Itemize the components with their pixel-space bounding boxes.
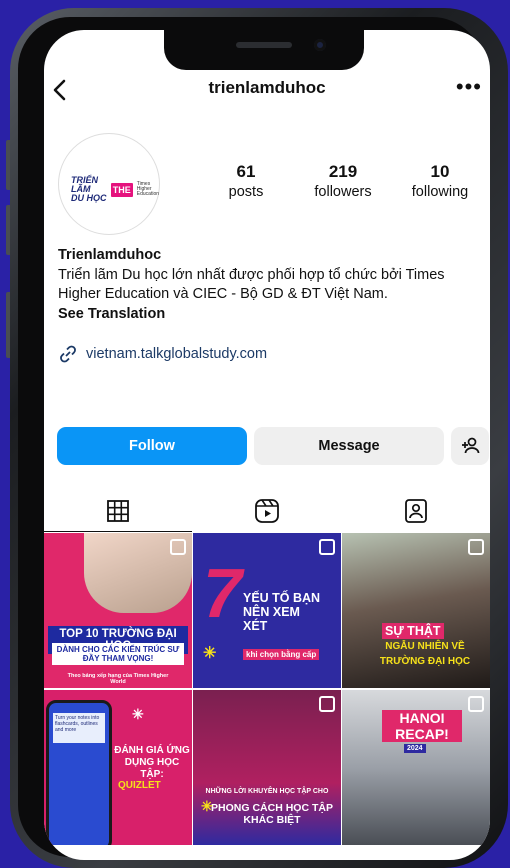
stat-label: posts	[228, 184, 264, 200]
grid-icon	[107, 500, 129, 522]
post-thumbnail[interactable]: SỰ THẬT NGẪU NHIÊN VỀ TRƯỜNG ĐẠI HỌC	[342, 533, 490, 688]
screen: trienlamduhoc ••• TRIỂN LÃM DU HỌC THE T…	[44, 30, 490, 860]
post-thumbnail[interactable]: TOP 10 TRƯỜNG ĐẠI HỌC DÀNH CHO CÁC KIẾN …	[44, 533, 192, 688]
message-button[interactable]: Message	[254, 427, 444, 465]
post-thumbnail[interactable]: NHỮNG LỜI KHUYÊN HỌC TẬP CHO PHONG CÁCH …	[193, 690, 341, 845]
avatar[interactable]: TRIỂN LÃM DU HỌC THE Times Higher Educat…	[58, 133, 160, 235]
logo-times: Times Higher Education	[136, 181, 160, 197]
sparkle-icon: ✳	[203, 645, 217, 662]
profile-link[interactable]: vietnam.talkglobalstudy.com	[58, 344, 267, 364]
follow-button[interactable]: Follow	[57, 427, 247, 465]
post-subtitle: 2024	[404, 744, 426, 753]
post-thumbnail[interactable]: 7 YẾU TỐ BẠN NÊN XEM XÉT khi chọn bằng c…	[193, 533, 341, 688]
link-text: vietnam.talkglobalstudy.com	[86, 346, 268, 362]
tab-grid[interactable]	[44, 490, 192, 532]
post-subtitle: DÀNH CHO CÁC KIẾN TRÚC SƯ ĐẦY THAM VỌNG!	[52, 643, 184, 665]
add-user-icon	[462, 437, 480, 454]
post-title: HANOI RECAP!	[382, 710, 462, 742]
reels-icon	[255, 499, 279, 523]
top-bar: trienlamduhoc •••	[44, 74, 490, 110]
stat-value: 219	[328, 162, 358, 181]
profile-tabs	[44, 490, 490, 532]
tagged-icon	[405, 499, 427, 523]
sparkle-icon: ✳	[201, 798, 213, 814]
stat-label: followers	[314, 184, 372, 200]
bio-line: Higher Education và CIEC - Bộ GD & ĐT Vi…	[58, 286, 388, 302]
post-title: SỰ THẬT	[382, 623, 444, 639]
reel-icon	[170, 539, 186, 555]
post-subtitle: QUIZLET	[118, 780, 161, 791]
sparkle-icon: ✳	[132, 706, 144, 722]
post-thumbnail[interactable]: Turn your notes into flashcards, outline…	[44, 690, 192, 845]
link-icon	[60, 345, 76, 363]
stat-label: following	[411, 184, 469, 200]
logo-line2: DU HỌC	[71, 193, 107, 203]
see-translation-link[interactable]: See Translation	[58, 306, 165, 322]
post-title: NHỮNG LỜI KHUYÊN HỌC TẬP CHO	[205, 788, 329, 795]
add-user-button[interactable]	[451, 427, 489, 465]
display-name: Trienlamduhoc	[58, 247, 162, 263]
post-note: Theo bảng xếp hạng của Times Higher Worl…	[67, 673, 169, 685]
post-note: Turn your notes into flashcards, outline…	[53, 713, 105, 743]
tab-reels[interactable]	[193, 490, 341, 532]
stat-value: 10	[430, 162, 450, 181]
notch	[164, 30, 364, 70]
reel-icon	[468, 696, 484, 712]
bio: Trienlamduhoc Triển lãm Du học lớn nhất …	[58, 246, 478, 324]
stat-followers[interactable]: 219 followers	[306, 162, 380, 200]
phone-mockup: Turn your notes into flashcards, outline…	[46, 700, 112, 845]
post-subtitle: NGẪU NHIÊN VỀ TRƯỜNG ĐẠI HỌC	[379, 641, 471, 667]
reel-icon	[319, 539, 335, 555]
post-thumbnail[interactable]: HANOI RECAP! 2024	[342, 690, 490, 845]
post-subtitle: YẾU TỐ BẠN NÊN XEM XÉT	[243, 591, 321, 633]
stat-value: 61	[236, 162, 256, 181]
post-title: ĐÁNH GIÁ ỨNG DỤNG HỌC TẬP:	[114, 745, 190, 780]
post-title: 7	[203, 554, 242, 632]
avatar-logo: TRIỂN LÃM DU HỌC THE Times Higher Educat…	[71, 176, 159, 203]
logo-line1: TRIỂN LÃM	[71, 175, 98, 194]
stat-following[interactable]: 10 following	[404, 162, 476, 200]
post-note: khi chọn bằng cấp	[243, 649, 320, 660]
logo-the: THE	[110, 182, 133, 197]
front-camera	[314, 39, 326, 51]
tab-underline	[44, 531, 192, 532]
tab-tagged[interactable]	[342, 490, 490, 532]
reel-icon	[319, 696, 335, 712]
profile-username: trienlamduhoc	[208, 78, 326, 97]
post-subtitle: PHONG CÁCH HỌC TẬP KHÁC BIỆT	[211, 802, 333, 826]
speaker	[236, 42, 292, 48]
more-dots-icon[interactable]: •••	[456, 74, 482, 100]
reel-icon	[468, 539, 484, 555]
stat-posts: 61 posts	[216, 162, 276, 200]
bio-line: Triển lãm Du học lớn nhất được phối hợp …	[58, 266, 445, 283]
